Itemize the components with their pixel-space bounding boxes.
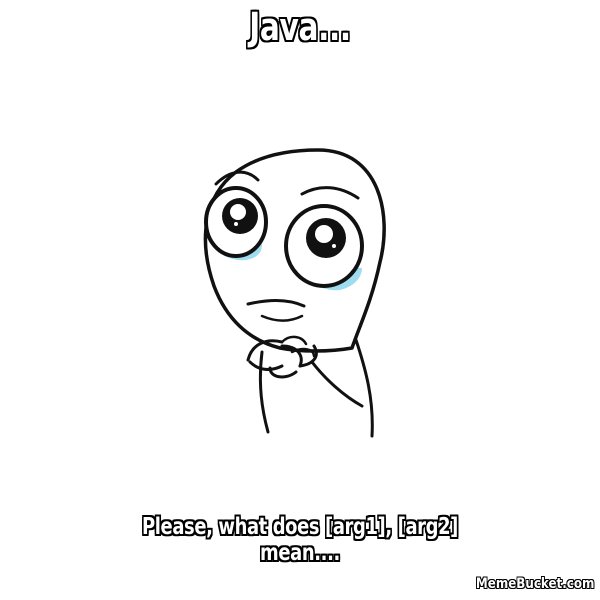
bottom-caption-line-2: mean.... (260, 540, 340, 566)
top-caption: Java... (249, 5, 351, 49)
bottom-caption: Please, what does [arg1], [arg2] mean...… (66, 514, 534, 566)
pleading-rage-face-icon (203, 148, 386, 438)
watermark: MemeBucket.com (475, 576, 594, 592)
bottom-caption-line-1: Please, what does [arg1], [arg2] (142, 514, 458, 540)
meme-canvas: Java... Please, what does [arg1], [arg2]… (0, 0, 600, 600)
